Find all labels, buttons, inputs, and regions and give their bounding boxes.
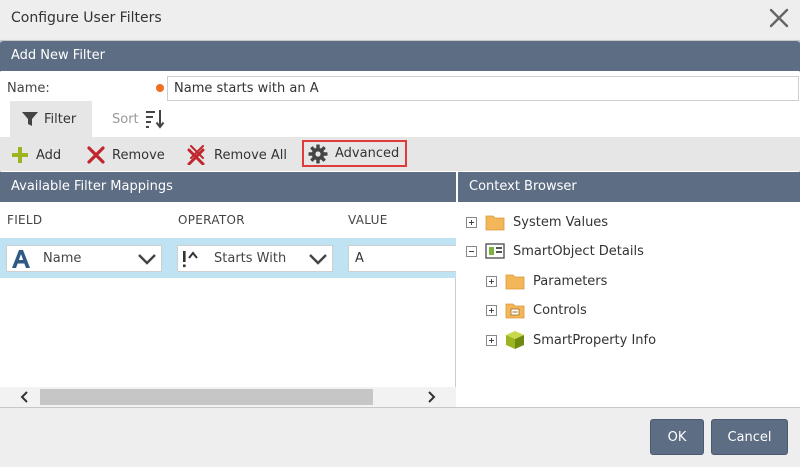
add-button[interactable]: Add xyxy=(11,142,61,168)
expand-icon[interactable] xyxy=(486,275,497,287)
cube-icon xyxy=(506,331,524,349)
controls-folder-icon xyxy=(505,303,525,319)
section-header: Add New Filter xyxy=(0,41,800,71)
scroll-right-icon[interactable] xyxy=(423,389,439,405)
tree-item-parameters[interactable]: Parameters xyxy=(486,270,607,292)
operator-select[interactable]: Starts With xyxy=(177,245,333,272)
value-input[interactable] xyxy=(348,245,456,272)
context-browser-header: Context Browser xyxy=(458,172,800,202)
tree-item-smartproperty-info[interactable]: SmartProperty Info xyxy=(486,329,656,351)
remove-label: Remove xyxy=(112,147,165,163)
column-operator: OPERATOR xyxy=(178,213,245,227)
filter-mappings-header: Available Filter Mappings xyxy=(0,172,456,202)
expand-icon[interactable] xyxy=(466,216,477,228)
remove-all-label: Remove All xyxy=(214,147,288,163)
text-type-icon xyxy=(12,249,30,268)
field-select[interactable]: Name xyxy=(6,245,162,272)
advanced-button[interactable]: Advanced xyxy=(302,140,408,167)
remove-all-button[interactable]: Remove All xyxy=(187,142,287,168)
scrollbar-thumb[interactable] xyxy=(40,389,373,405)
filter-mappings-title: Available Filter Mappings xyxy=(11,179,173,194)
tree-item-system-values[interactable]: System Values xyxy=(466,211,608,233)
close-icon[interactable] xyxy=(768,7,790,29)
tab-filter[interactable]: Filter xyxy=(10,101,92,137)
section-title: Add New Filter xyxy=(11,48,105,63)
collapse-icon[interactable] xyxy=(466,245,477,257)
funnel-icon xyxy=(22,111,38,126)
tree-item-label: SmartProperty Info xyxy=(533,332,657,348)
add-label: Add xyxy=(36,147,62,163)
tree-item-label: System Values xyxy=(513,214,609,230)
tree-item-label: Controls xyxy=(533,302,587,318)
folder-icon xyxy=(505,274,525,290)
operator-select-value: Starts With xyxy=(214,251,287,266)
scroll-left-icon[interactable] xyxy=(17,389,33,405)
column-field: FIELD xyxy=(7,213,43,227)
ok-button[interactable]: OK xyxy=(650,419,704,455)
sort-icon xyxy=(145,110,164,129)
field-select-value: Name xyxy=(43,251,82,266)
dialog-title: Configure User Filters xyxy=(11,10,162,26)
name-label: Name: xyxy=(7,81,50,96)
name-input[interactable] xyxy=(167,76,799,101)
tab-sort[interactable]: Sort xyxy=(106,101,176,137)
starts-with-icon xyxy=(183,250,198,267)
required-indicator xyxy=(156,84,164,92)
chevron-down-icon xyxy=(309,254,327,265)
cancel-button[interactable]: Cancel xyxy=(711,419,788,455)
chevron-down-icon xyxy=(138,254,156,265)
tab-sort-label: Sort xyxy=(112,111,139,127)
plus-icon xyxy=(12,147,28,163)
context-browser-title: Context Browser xyxy=(469,179,577,194)
column-value: VALUE xyxy=(348,213,388,227)
remove-button[interactable]: Remove xyxy=(87,142,165,168)
expand-icon[interactable] xyxy=(486,334,497,346)
tree-item-smartobject-details[interactable]: SmartObject Details xyxy=(466,240,644,262)
gear-icon xyxy=(308,144,328,163)
tree-item-controls[interactable]: Controls xyxy=(486,299,587,321)
tab-filter-label: Filter xyxy=(44,111,77,127)
remove-all-icon xyxy=(187,145,205,165)
smartobject-icon xyxy=(485,243,505,259)
tree-item-label: Parameters xyxy=(533,273,608,289)
remove-x-icon xyxy=(87,146,105,164)
tree-item-label: SmartObject Details xyxy=(513,243,644,259)
expand-icon[interactable] xyxy=(486,304,497,316)
advanced-label: Advanced xyxy=(335,146,400,161)
folder-icon xyxy=(485,215,505,231)
